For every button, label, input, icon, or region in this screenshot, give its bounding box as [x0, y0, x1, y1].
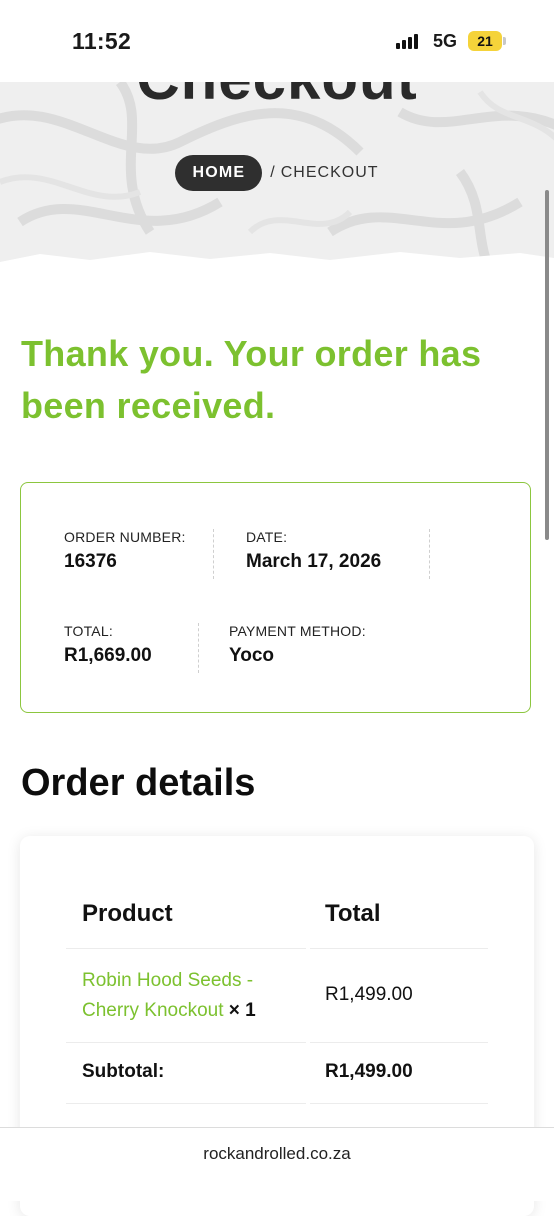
- order-total-label: TOTAL:: [64, 623, 113, 639]
- column-header-total: Total: [325, 900, 381, 927]
- subtotal-label: Subtotal:: [82, 1061, 165, 1082]
- table-row-divider: [310, 1042, 488, 1043]
- order-date-value: March 17, 2026: [246, 551, 382, 572]
- overview-divider: [429, 529, 430, 579]
- product-line-total: R1,499.00: [325, 984, 413, 1005]
- order-date: DATE: March 17, 2026: [246, 529, 381, 573]
- table-row-divider: [310, 1103, 488, 1104]
- overview-divider: [213, 529, 214, 579]
- order-date-label: DATE:: [246, 529, 288, 545]
- battery-tip: [503, 37, 506, 45]
- payment-method-label: PAYMENT METHOD:: [229, 623, 366, 639]
- order-total: TOTAL: R1,669.00: [64, 623, 152, 667]
- product-link[interactable]: Robin Hood Seeds - Cherry Knockout: [82, 970, 253, 1021]
- page-hero: Checkout HOME / CHECKOUT: [0, 82, 554, 272]
- order-number-value: 16376: [64, 551, 117, 572]
- order-total-value: R1,669.00: [64, 645, 152, 666]
- payment-method: PAYMENT METHOD: Yoco: [229, 623, 366, 667]
- clock: 11:52: [72, 28, 132, 54]
- order-overview: ORDER NUMBER: 16376 DATE: March 17, 2026…: [20, 482, 531, 713]
- url-text[interactable]: rockandrolled.co.za: [0, 1144, 554, 1164]
- breadcrumb: HOME / CHECKOUT: [0, 154, 554, 192]
- order-number: ORDER NUMBER: 16376: [64, 529, 186, 573]
- cellular-signal-icon: [396, 33, 422, 49]
- payment-method-value: Yoco: [229, 645, 275, 666]
- order-received-message: Thank you. Your order has been received.: [21, 333, 482, 426]
- battery-icon: 21: [468, 31, 502, 51]
- overview-divider: [198, 623, 199, 673]
- table-row: Robin Hood Seeds - Cherry Knockout × 1: [82, 966, 302, 1026]
- table-row-divider: [66, 948, 306, 949]
- subtotal-value: R1,499.00: [325, 1061, 413, 1082]
- table-row-divider: [66, 1103, 306, 1104]
- page-title: Checkout: [0, 82, 554, 113]
- battery-level: 21: [477, 33, 493, 49]
- order-number-label: ORDER NUMBER:: [64, 529, 186, 545]
- network-type: 5G: [433, 31, 458, 51]
- table-row-divider: [310, 948, 488, 949]
- browser-address-bar[interactable]: rockandrolled.co.za: [0, 1127, 554, 1201]
- breadcrumb-separator: /: [270, 164, 275, 181]
- order-details-heading: Order details: [21, 762, 256, 804]
- column-header-product: Product: [82, 900, 173, 927]
- breadcrumb-home-link[interactable]: HOME: [175, 155, 263, 191]
- product-quantity: × 1: [228, 1000, 256, 1021]
- page-scrollbar[interactable]: [545, 190, 549, 540]
- status-bar: 11:52 5G 21: [0, 0, 554, 82]
- breadcrumb-current: CHECKOUT: [280, 164, 379, 181]
- table-row-divider: [66, 1042, 306, 1043]
